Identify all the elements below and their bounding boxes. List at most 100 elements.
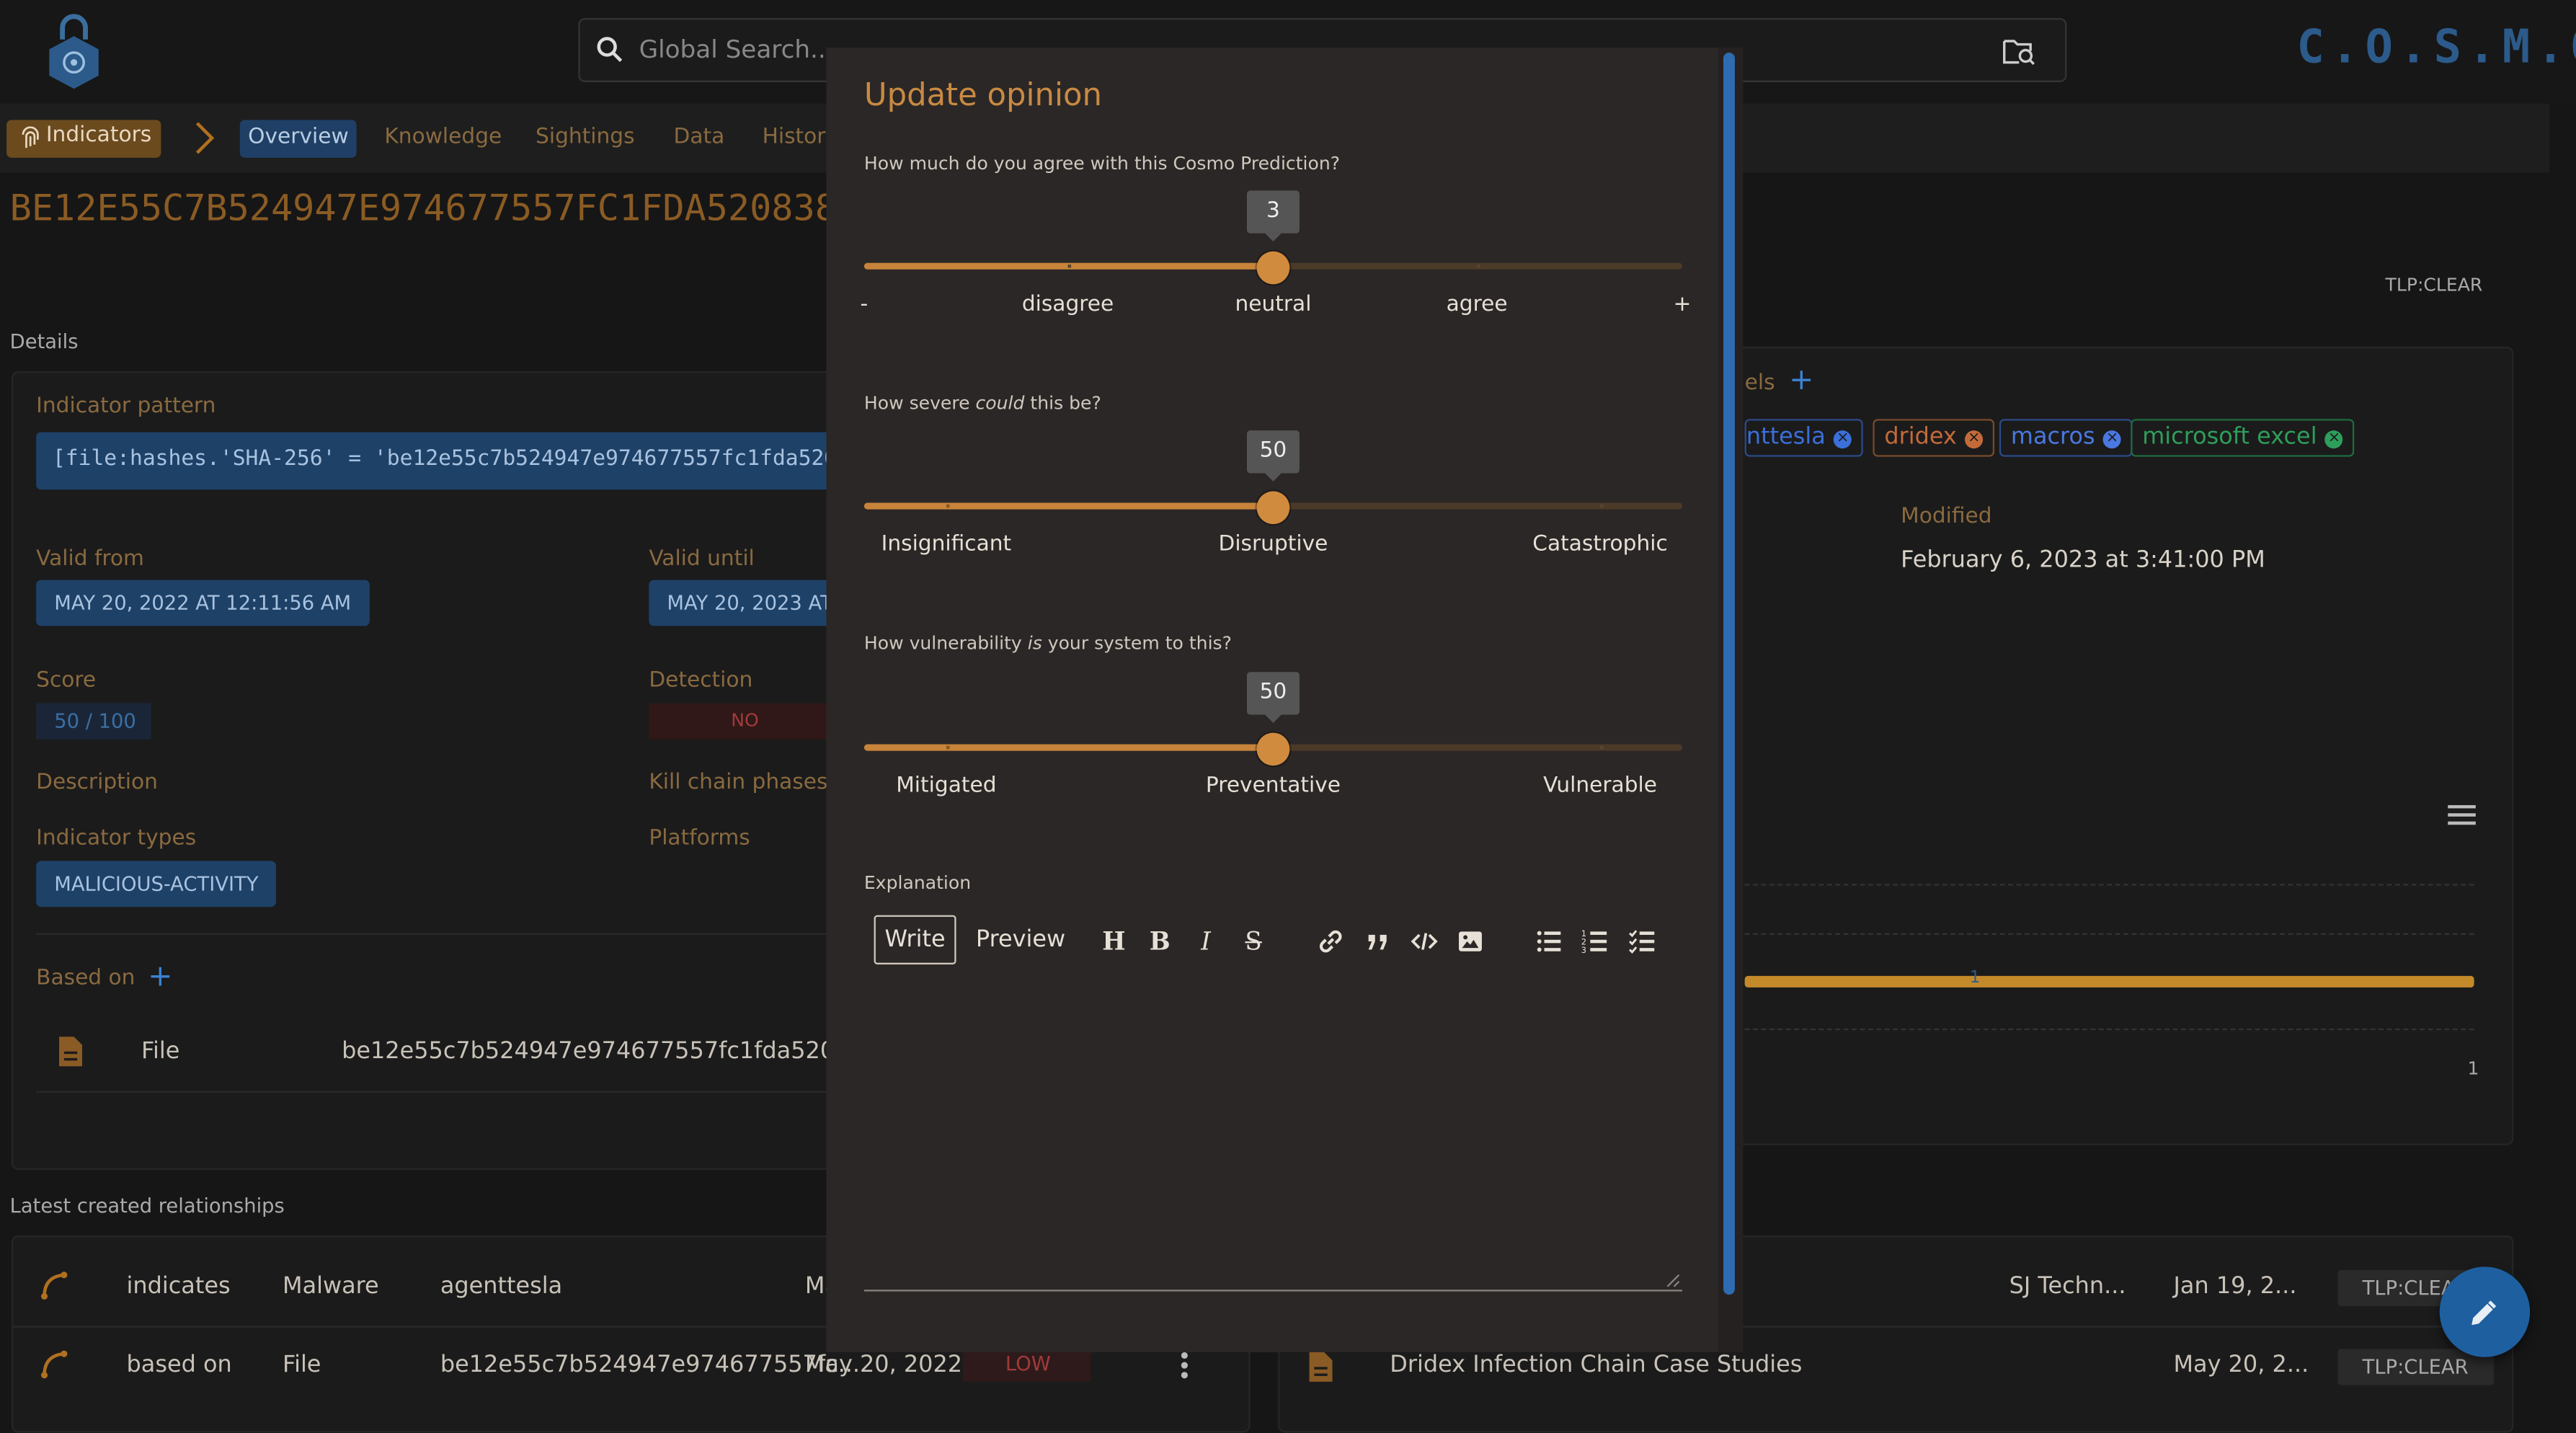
slider-mark-label: Disruptive [1218, 532, 1328, 557]
chart-menu-icon[interactable] [2448, 804, 2476, 827]
valid-from-label: Valid from [36, 547, 144, 572]
slider-thumb[interactable] [1256, 251, 1290, 285]
explanation-editor[interactable] [863, 1290, 1683, 1292]
label-tag[interactable]: macros × [1999, 419, 2133, 457]
slider-mark-label: disagree [1021, 292, 1114, 317]
chart-bar-label: 1 [1969, 969, 1981, 988]
chart-gridline [1744, 1028, 2474, 1031]
slider-tick [1477, 264, 1480, 268]
more-vert-icon[interactable] [1180, 1351, 1190, 1380]
relationship-icon [40, 1350, 68, 1379]
pattern-label: Indicator pattern [36, 394, 216, 420]
slider-tick [946, 504, 950, 508]
chart-axis-tick: 1 [2467, 1057, 2479, 1080]
page-title: BE12E55C7B524947E974677557FC1FDA52083891 [9, 189, 881, 231]
update-opinion-dialog: Update opinion How much do you agree wit… [826, 48, 1744, 1352]
slider-track [863, 744, 1274, 751]
question-text: your system to this? [1041, 632, 1232, 655]
agreement-slider[interactable]: 3 - disagree neutral agree + [861, 190, 1691, 317]
slider-mark-label: + [1673, 292, 1692, 317]
slider-thumb[interactable] [1256, 732, 1290, 766]
search-file-icon[interactable] [2001, 36, 2037, 66]
link-icon[interactable] [1316, 927, 1346, 957]
tab-write[interactable]: Write [874, 915, 956, 964]
vulnerability-slider[interactable]: 50 Mitigated Preventative Vulnerable [863, 672, 1683, 799]
label-tag[interactable]: nttesla × [1744, 419, 1864, 457]
kill-chain-label: Kill chain phases [649, 770, 828, 796]
app-logo[interactable] [43, 10, 105, 89]
remove-tag-icon[interactable]: × [1834, 430, 1852, 449]
severity-question: How severe could this be? [864, 393, 1101, 414]
label-tag-text: nttesla [1746, 424, 1826, 451]
search-input[interactable]: Global Search... [639, 35, 834, 64]
platforms-label: Platforms [649, 826, 750, 851]
task-list-icon[interactable] [1628, 927, 1658, 957]
question-emphasis: is [1027, 632, 1042, 655]
label-tag-text: macros [2010, 424, 2095, 451]
tab-knowledge[interactable]: Knowledge [376, 120, 510, 157]
slider-thumb[interactable] [1256, 491, 1290, 525]
entity-type-chip[interactable]: Indicators [6, 120, 161, 158]
italic-icon[interactable]: I [1191, 927, 1220, 957]
slider-tick [1067, 264, 1072, 268]
slider-mark-label: neutral [1235, 292, 1312, 317]
vulnerability-question: How vulnerability is your system to this… [864, 633, 1232, 655]
tab-overview[interactable]: Overview [239, 120, 357, 158]
bold-icon[interactable]: B [1145, 927, 1175, 957]
based-on-value[interactable]: be12e55c7b524947e974677557fc1fda52083891 [342, 1039, 835, 1065]
chart-bar[interactable] [1744, 975, 2474, 988]
report-author: SJ Techn... [2009, 1273, 2126, 1300]
tab-data[interactable]: Data [665, 120, 733, 157]
pattern-value: [file:hashes.'SHA-256' = 'be12e55c7b5249… [36, 432, 842, 490]
valid-until-value: MAY 20, 2023 AT [649, 580, 838, 626]
modified-label: Modified [1901, 504, 1992, 529]
modified-value: February 6, 2023 at 3:41:00 PM [1901, 547, 2265, 574]
image-icon[interactable] [1455, 927, 1485, 957]
slider-mark-label: Catastrophic [1532, 532, 1668, 557]
add-label-button[interactable]: + [1789, 363, 1813, 398]
relationship-type: based on [126, 1352, 232, 1379]
heading-icon[interactable]: H [1099, 927, 1129, 957]
slider-tick [1600, 504, 1604, 508]
question-text: this be? [1024, 392, 1101, 414]
based-on-type: File [141, 1038, 180, 1065]
entity-date: May 20, 2022 [804, 1352, 963, 1379]
slider-mark-label: Insignificant [881, 532, 1012, 557]
report-title[interactable]: Dridex Infection Chain Case Studies [1390, 1352, 1802, 1378]
explanation-label: Explanation [863, 872, 972, 894]
divider [36, 1091, 838, 1093]
slider-mark-label: Vulnerable [1543, 773, 1657, 799]
strikethrough-icon[interactable]: S [1239, 927, 1269, 957]
add-based-on-button[interactable]: + [148, 959, 172, 994]
brand-wordmark: C.O.S.M.O [2296, 19, 2576, 74]
entity-name[interactable]: be12e55c7b524947e974677557fc... [440, 1352, 860, 1378]
detection-value: NO [649, 703, 838, 740]
overview-panel [1718, 346, 2514, 1145]
remove-tag-icon[interactable]: × [2324, 430, 2344, 449]
score-value: 50 / 100 [36, 703, 151, 740]
pencil-icon [2469, 1298, 2498, 1327]
report-icon [1309, 1352, 1333, 1382]
severity-slider[interactable]: 50 Insignificant Disruptive Catastrophic [863, 430, 1683, 557]
label-tag[interactable]: dridex × [1873, 419, 1995, 457]
dialog-scrollbar[interactable] [1718, 48, 1744, 1352]
numbered-list-icon[interactable]: 123 [1581, 927, 1610, 957]
based-on-label: Based on [36, 966, 136, 991]
tab-preview[interactable]: Preview [976, 915, 1065, 964]
tab-history[interactable]: Histor [754, 120, 834, 157]
bulleted-list-icon[interactable] [1535, 927, 1564, 957]
valid-until-label: Valid until [649, 547, 755, 572]
code-icon[interactable] [1410, 927, 1439, 957]
entity-name[interactable]: agenttesla [440, 1273, 562, 1299]
slider-value-tooltip: 50 [1246, 672, 1300, 723]
remove-tag-icon[interactable]: × [1965, 430, 1984, 449]
resize-grip-icon[interactable] [1666, 1273, 1681, 1288]
remove-tag-icon[interactable]: × [2103, 430, 2122, 449]
tab-sightings[interactable]: Sightings [528, 120, 643, 157]
scrollbar-thumb[interactable] [1723, 52, 1735, 1295]
quote-icon[interactable] [1364, 927, 1393, 957]
relationship-icon [40, 1272, 68, 1300]
question-emphasis: could [975, 392, 1025, 414]
edit-fab-button[interactable] [2439, 1266, 2531, 1357]
label-tag[interactable]: microsoft excel × [2131, 419, 2355, 457]
